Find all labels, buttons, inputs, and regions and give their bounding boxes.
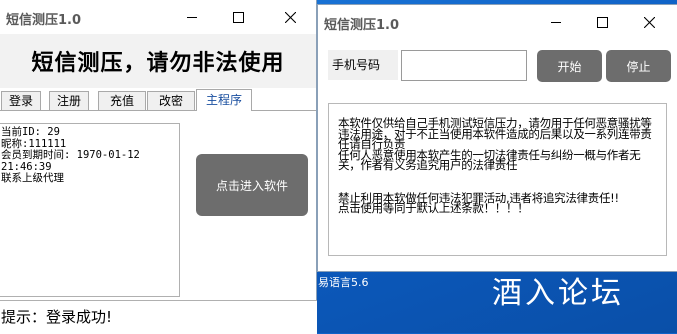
maximize-button[interactable] <box>215 0 261 34</box>
maximize-button[interactable] <box>579 5 625 39</box>
phone-number-input[interactable] <box>401 50 527 81</box>
disclaimer-paragraph: 本软件仅供给自己手机测试短信压力，请勿用于任何恶意骚扰等违法用途，对于不正当使用… <box>338 116 652 151</box>
enter-software-button[interactable]: 点击进入软件 <box>196 154 308 216</box>
tab-recharge[interactable]: 充值 <box>98 91 146 110</box>
phone-number-label: 手机号码 <box>328 50 398 80</box>
tab-register[interactable]: 注册 <box>49 91 89 110</box>
stop-button[interactable]: 停止 <box>606 50 671 82</box>
title-bar: 短信测压1.0 <box>0 0 316 34</box>
disclaimer-paragraph: 任何人恶意使用本软产生的一切法律责任与纠纷一概与作者无关，作者有义务追究用户的法… <box>338 147 641 172</box>
title-bar: 短信测压1.0 <box>318 5 677 39</box>
disclaimer-paragraph: 点击使用等同于默认上述条款！！！！ <box>338 201 529 215</box>
account-info-box: 当前ID: 29 昵称:111111 会员到期时间: 1970-01-12 21… <box>0 123 180 297</box>
watermark: 酒入论坛 <box>492 276 624 311</box>
minimize-button[interactable] <box>533 5 579 39</box>
minimize-icon <box>186 16 197 18</box>
tab-bar: 登录 注册 充值 改密 主程序 <box>0 89 316 111</box>
sms-test-window: 短信测压1.0 手机号码 开始 停止 本软件仅供给自己手机测试短信压力，请勿用于… <box>318 5 677 271</box>
close-icon <box>643 16 655 28</box>
window-title: 短信测压1.0 <box>6 13 82 28</box>
disclaimer-text-box: 本软件仅供给自己手机测试短信压力，请勿用于任何恶意骚扰等违法用途，对于不正当使用… <box>328 103 667 256</box>
maximize-icon <box>596 16 608 28</box>
close-button[interactable] <box>626 5 672 39</box>
close-button[interactable] <box>267 0 313 34</box>
status-bar: 提示：登录成功! <box>0 300 317 334</box>
start-button[interactable]: 开始 <box>537 50 602 82</box>
tab-change-password[interactable]: 改密 <box>147 91 195 110</box>
warning-banner: 短信测压，请勿非法使用 <box>0 34 316 88</box>
minimize-icon <box>550 21 561 23</box>
close-icon <box>284 11 296 23</box>
login-window: 短信测压1.0 短信测压，请勿非法使用 登录 注册 充值 改密 主程序 当前ID… <box>0 0 317 334</box>
maximize-icon <box>232 11 244 23</box>
window-title: 短信测压1.0 <box>324 18 400 33</box>
tab-login[interactable]: 登录 <box>1 91 41 110</box>
taskbar-label: 易语言5.6 <box>318 276 369 289</box>
tab-main-program[interactable]: 主程序 <box>196 89 252 111</box>
minimize-button[interactable] <box>169 0 215 34</box>
